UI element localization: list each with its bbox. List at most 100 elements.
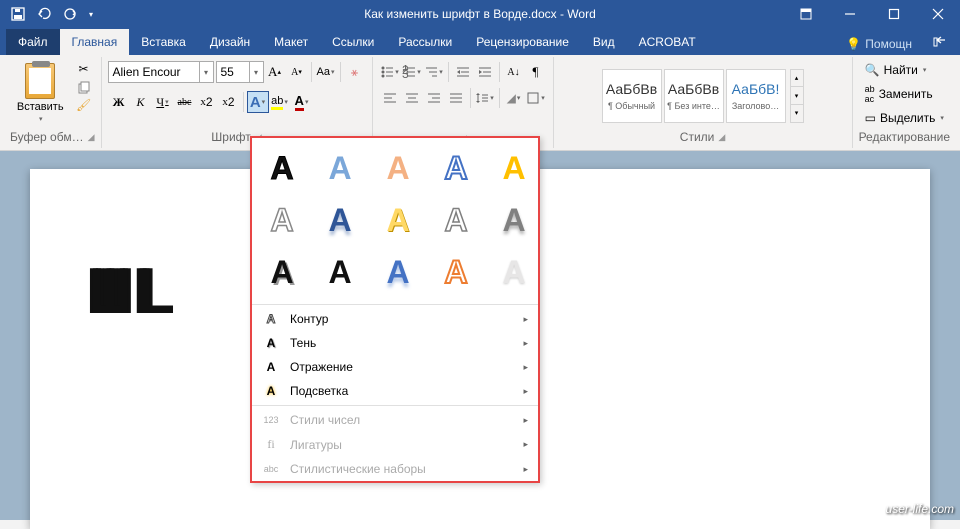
dialog-launcher-icon[interactable]: ◢ xyxy=(718,132,725,143)
ribbon-display-options[interactable] xyxy=(784,0,828,28)
font-name-dropdown[interactable]: ▾ xyxy=(200,61,214,83)
tab-acrobat[interactable]: ACROBAT xyxy=(627,29,708,55)
menu-ligatures: fiЛигатуры▸ xyxy=(252,432,538,457)
text-effect-5[interactable]: A xyxy=(492,146,536,190)
multilevel-list-button[interactable]: ▾ xyxy=(423,61,445,83)
menu-stylistic-sets: abcСтилистические наборы▸ xyxy=(252,457,538,481)
increase-indent-button[interactable] xyxy=(474,61,496,83)
text-effect-4[interactable]: A xyxy=(434,146,478,190)
styles-scroll-down[interactable]: ▾ xyxy=(791,86,803,104)
text-effect-7[interactable]: A xyxy=(318,198,362,242)
tell-me-search[interactable]: 💡 Помощн xyxy=(838,33,920,55)
style-normal[interactable]: АаБбВв¶ Обычный xyxy=(602,69,662,123)
text-effect-6[interactable]: A xyxy=(260,198,304,242)
cursor-icon: ▭ xyxy=(865,111,876,125)
align-left-button[interactable] xyxy=(379,87,401,109)
tab-file[interactable]: Файл xyxy=(6,29,60,55)
shrink-font-button[interactable]: A▾ xyxy=(286,61,308,83)
bullets-button[interactable]: ▾ xyxy=(379,61,401,83)
tab-view[interactable]: Вид xyxy=(581,29,627,55)
borders-button[interactable]: ▾ xyxy=(525,87,547,109)
text-effect-3[interactable]: A xyxy=(376,146,420,190)
text-effects-popup: A A A A A A A A A A A A A A A AКонтур▸ A… xyxy=(250,136,540,483)
minimize-button[interactable] xyxy=(828,0,872,28)
tab-references[interactable]: Ссылки xyxy=(320,29,386,55)
text-effect-2[interactable]: A xyxy=(318,146,362,190)
sort-button[interactable]: A↓ xyxy=(503,61,525,83)
text-effect-1[interactable]: A xyxy=(260,146,304,190)
text-effect-9[interactable]: A xyxy=(434,198,478,242)
titlebar: ▾ Как изменить шрифт в Ворде.docx - Word xyxy=(0,0,960,28)
font-color-button[interactable]: A▾ xyxy=(291,91,313,113)
text-effects-button[interactable]: A▾ xyxy=(247,91,269,113)
tab-layout[interactable]: Макет xyxy=(262,29,320,55)
group-editing: 🔍Найти▾ abacЗаменить ▭Выделить▾ Редактир… xyxy=(853,57,956,148)
underline-button[interactable]: Ч▾ xyxy=(152,91,174,113)
menu-shadow[interactable]: AТень▸ xyxy=(252,331,538,355)
font-name-combo[interactable]: Alien Encour xyxy=(108,61,200,83)
text-effect-14[interactable]: A xyxy=(434,250,478,294)
grow-font-button[interactable]: A▴ xyxy=(264,61,286,83)
brush-icon: 🖌 xyxy=(76,98,91,112)
select-button[interactable]: ▭Выделить▾ xyxy=(861,109,948,127)
font-size-dropdown[interactable]: ▾ xyxy=(250,61,264,83)
tab-design[interactable]: Дизайн xyxy=(198,29,262,55)
strikethrough-button[interactable]: abc xyxy=(174,91,196,113)
chevron-down-icon: ▾ xyxy=(39,115,43,123)
show-marks-button[interactable]: ¶ xyxy=(525,61,547,83)
align-right-button[interactable] xyxy=(423,87,445,109)
decrease-indent-button[interactable] xyxy=(452,61,474,83)
tab-insert[interactable]: Вставка xyxy=(129,29,198,55)
tab-home[interactable]: Главная xyxy=(60,29,130,55)
font-size-combo[interactable]: 55 xyxy=(216,61,250,83)
text-effect-15[interactable]: A xyxy=(492,250,536,294)
styles-scroll-up[interactable]: ▴ xyxy=(791,70,803,87)
text-effect-12[interactable]: A xyxy=(318,250,362,294)
menu-glow[interactable]: AПодсветка▸ xyxy=(252,379,538,403)
replace-icon: abac xyxy=(865,84,875,104)
highlight-button[interactable]: ab▾ xyxy=(269,91,291,113)
text-effect-10[interactable]: A xyxy=(492,198,536,242)
numbering-button[interactable]: 123▾ xyxy=(401,61,423,83)
save-button[interactable] xyxy=(6,2,30,26)
maximize-button[interactable] xyxy=(872,0,916,28)
redo-button[interactable] xyxy=(58,2,82,26)
cut-button[interactable]: ✂ xyxy=(74,61,94,77)
close-button[interactable] xyxy=(916,0,960,28)
styles-expand[interactable]: ▾ xyxy=(791,104,803,122)
text-effect-13[interactable]: A xyxy=(376,250,420,294)
share-button[interactable] xyxy=(920,28,960,55)
find-button[interactable]: 🔍Найти▾ xyxy=(861,61,931,79)
lightbulb-icon: 💡 xyxy=(846,37,861,51)
format-painter-button[interactable]: 🖌 xyxy=(74,97,94,113)
undo-button[interactable] xyxy=(32,2,56,26)
bucket-icon: ◢ xyxy=(507,91,516,105)
dialog-launcher-icon[interactable]: ◢ xyxy=(88,132,95,143)
qat-customize[interactable]: ▾ xyxy=(84,2,98,26)
text-effect-11[interactable]: A xyxy=(260,250,304,294)
line-spacing-button[interactable]: ▾ xyxy=(474,87,496,109)
paste-button[interactable]: Вставить ▾ xyxy=(11,61,70,125)
tab-review[interactable]: Рецензирование xyxy=(464,29,581,55)
change-case-button[interactable]: Aa▾ xyxy=(315,61,337,83)
copy-button[interactable] xyxy=(74,79,94,95)
clear-formatting-button[interactable]: ⚹ xyxy=(344,61,366,83)
tab-mailings[interactable]: Рассылки xyxy=(386,29,464,55)
menu-outline[interactable]: AКонтур▸ xyxy=(252,307,538,331)
italic-button[interactable]: К xyxy=(130,91,152,113)
justify-button[interactable] xyxy=(445,87,467,109)
menu-number-styles: 123Стили чисел▸ xyxy=(252,408,538,432)
subscript-button[interactable]: x2 xyxy=(196,91,218,113)
group-font: Alien Encour ▾ 55 ▾ A▴ A▾ Aa▾ ⚹ Ж К Ч▾ a… xyxy=(102,57,373,148)
replace-button[interactable]: abacЗаменить xyxy=(861,82,937,106)
style-no-spacing[interactable]: АаБбВв¶ Без инте… xyxy=(664,69,724,123)
menu-reflection[interactable]: AОтражение▸ xyxy=(252,355,538,379)
superscript-button[interactable]: x2 xyxy=(218,91,240,113)
bold-button[interactable]: Ж xyxy=(108,91,130,113)
style-heading1[interactable]: АаБбВ!Заголово… xyxy=(726,69,786,123)
text-effect-8[interactable]: A xyxy=(376,198,420,242)
align-center-button[interactable] xyxy=(401,87,423,109)
group-clipboard: Вставить ▾ ✂ 🖌 Буфер обм…◢ xyxy=(4,57,102,148)
shading-button[interactable]: ◢▾ xyxy=(503,87,525,109)
text-effects-gallery: A A A A A A A A A A A A A A A xyxy=(252,138,538,302)
